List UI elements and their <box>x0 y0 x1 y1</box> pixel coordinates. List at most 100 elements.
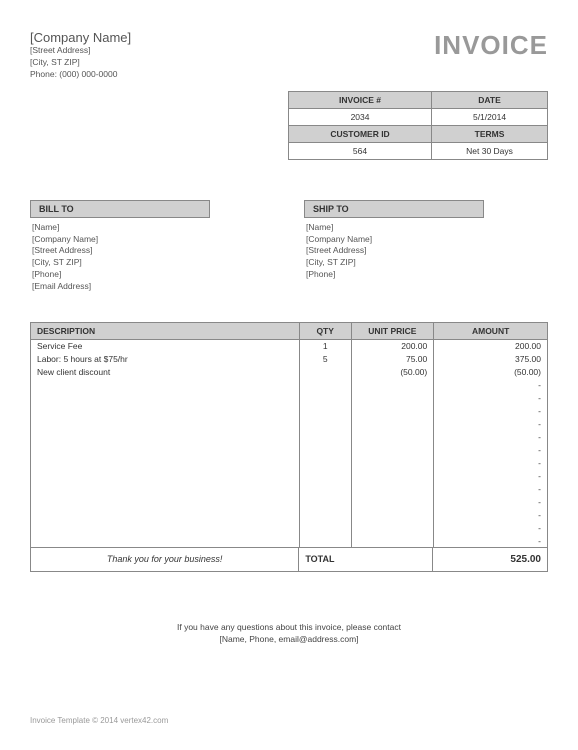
cell-unit-price <box>351 470 434 483</box>
company-name: [Company Name] <box>30 30 131 45</box>
cell-amount: - <box>434 509 548 522</box>
cell-description <box>31 457 300 470</box>
cell-qty <box>299 379 351 392</box>
col-qty: QTY <box>299 323 351 340</box>
total-label: TOTAL <box>299 548 433 571</box>
ship-to-line: [Phone] <box>306 269 546 281</box>
cell-unit-price <box>351 509 434 522</box>
total-value: 525.00 <box>433 548 547 571</box>
line-item-row: Labor: 5 hours at $75/hr575.00375.00 <box>31 353 548 366</box>
bill-to-line: [Phone] <box>32 269 272 281</box>
cell-description <box>31 405 300 418</box>
bill-to-line: [City, ST ZIP] <box>32 257 272 269</box>
cell-description <box>31 431 300 444</box>
cell-description <box>31 470 300 483</box>
cell-amount: - <box>434 379 548 392</box>
line-item-row: - <box>31 522 548 535</box>
cell-description <box>31 535 300 548</box>
line-item-row: - <box>31 496 548 509</box>
invoice-number-value: 2034 <box>289 108 432 125</box>
col-description: DESCRIPTION <box>31 323 300 340</box>
footer-contact-line2: [Name, Phone, email@address.com] <box>30 634 548 646</box>
cell-unit-price: (50.00) <box>351 366 434 379</box>
cell-amount: - <box>434 470 548 483</box>
line-item-row: New client discount (50.00)(50.00) <box>31 366 548 379</box>
line-items-table: DESCRIPTION QTY UNIT PRICE AMOUNT Servic… <box>30 322 548 548</box>
cell-unit-price <box>351 431 434 444</box>
ship-to-line: [Name] <box>306 222 546 234</box>
cell-amount: - <box>434 405 548 418</box>
cell-unit-price <box>351 483 434 496</box>
cell-description <box>31 444 300 457</box>
ship-to-header: SHIP TO <box>304 200 484 218</box>
date-header: DATE <box>432 91 548 108</box>
ship-to-line: [City, ST ZIP] <box>306 257 546 269</box>
cell-unit-price: 200.00 <box>351 340 434 353</box>
cell-description <box>31 379 300 392</box>
bill-to-line: [Company Name] <box>32 234 272 246</box>
ship-to-line: [Street Address] <box>306 245 546 257</box>
line-item-row: - <box>31 379 548 392</box>
cell-qty <box>299 431 351 444</box>
date-value: 5/1/2014 <box>432 108 548 125</box>
company-city: [City, ST ZIP] <box>30 57 131 69</box>
line-item-row: - <box>31 431 548 444</box>
cell-amount: - <box>434 522 548 535</box>
line-item-row: - <box>31 535 548 548</box>
cell-qty <box>299 470 351 483</box>
cell-qty <box>299 522 351 535</box>
cell-description: Service Fee <box>31 340 300 353</box>
cell-description <box>31 418 300 431</box>
bill-to-line: [Email Address] <box>32 281 272 293</box>
cell-unit-price <box>351 522 434 535</box>
cell-qty <box>299 483 351 496</box>
cell-unit-price <box>351 444 434 457</box>
bill-to-line: [Street Address] <box>32 245 272 257</box>
cell-amount: (50.00) <box>434 366 548 379</box>
cell-qty <box>299 418 351 431</box>
cell-description <box>31 392 300 405</box>
cell-amount: 200.00 <box>434 340 548 353</box>
invoice-number-header: INVOICE # <box>289 91 432 108</box>
cell-description <box>31 483 300 496</box>
cell-unit-price <box>351 379 434 392</box>
company-phone: Phone: (000) 000-0000 <box>30 69 131 81</box>
col-unit-price: UNIT PRICE <box>351 323 434 340</box>
line-item-row: - <box>31 392 548 405</box>
cell-unit-price <box>351 405 434 418</box>
cell-description: New client discount <box>31 366 300 379</box>
cell-unit-price <box>351 496 434 509</box>
cell-qty: 5 <box>299 353 351 366</box>
terms-header: TERMS <box>432 125 548 142</box>
cell-unit-price: 75.00 <box>351 353 434 366</box>
footer-contact-line1: If you have any questions about this inv… <box>30 622 548 634</box>
cell-amount: - <box>434 444 548 457</box>
line-item-row: - <box>31 483 548 496</box>
cell-qty <box>299 535 351 548</box>
cell-description <box>31 509 300 522</box>
invoice-title: INVOICE <box>434 30 548 61</box>
cell-amount: - <box>434 418 548 431</box>
invoice-meta-table: INVOICE # DATE 2034 5/1/2014 CUSTOMER ID… <box>288 91 548 160</box>
line-item-row: - <box>31 444 548 457</box>
ship-to-section: SHIP TO [Name][Company Name][Street Addr… <box>304 200 548 297</box>
thank-you-message: Thank you for your business! <box>31 548 299 571</box>
cell-qty <box>299 392 351 405</box>
cell-description <box>31 496 300 509</box>
cell-qty <box>299 509 351 522</box>
cell-qty <box>299 444 351 457</box>
cell-qty <box>299 405 351 418</box>
ship-to-line: [Company Name] <box>306 234 546 246</box>
terms-value: Net 30 Days <box>432 142 548 159</box>
cell-amount: - <box>434 483 548 496</box>
col-amount: AMOUNT <box>434 323 548 340</box>
line-item-row: Service Fee1200.00200.00 <box>31 340 548 353</box>
line-item-row: - <box>31 470 548 483</box>
cell-qty <box>299 457 351 470</box>
cell-description: Labor: 5 hours at $75/hr <box>31 353 300 366</box>
line-item-row: - <box>31 457 548 470</box>
cell-amount: - <box>434 535 548 548</box>
cell-amount: - <box>434 496 548 509</box>
cell-unit-price <box>351 457 434 470</box>
customer-id-value: 564 <box>289 142 432 159</box>
